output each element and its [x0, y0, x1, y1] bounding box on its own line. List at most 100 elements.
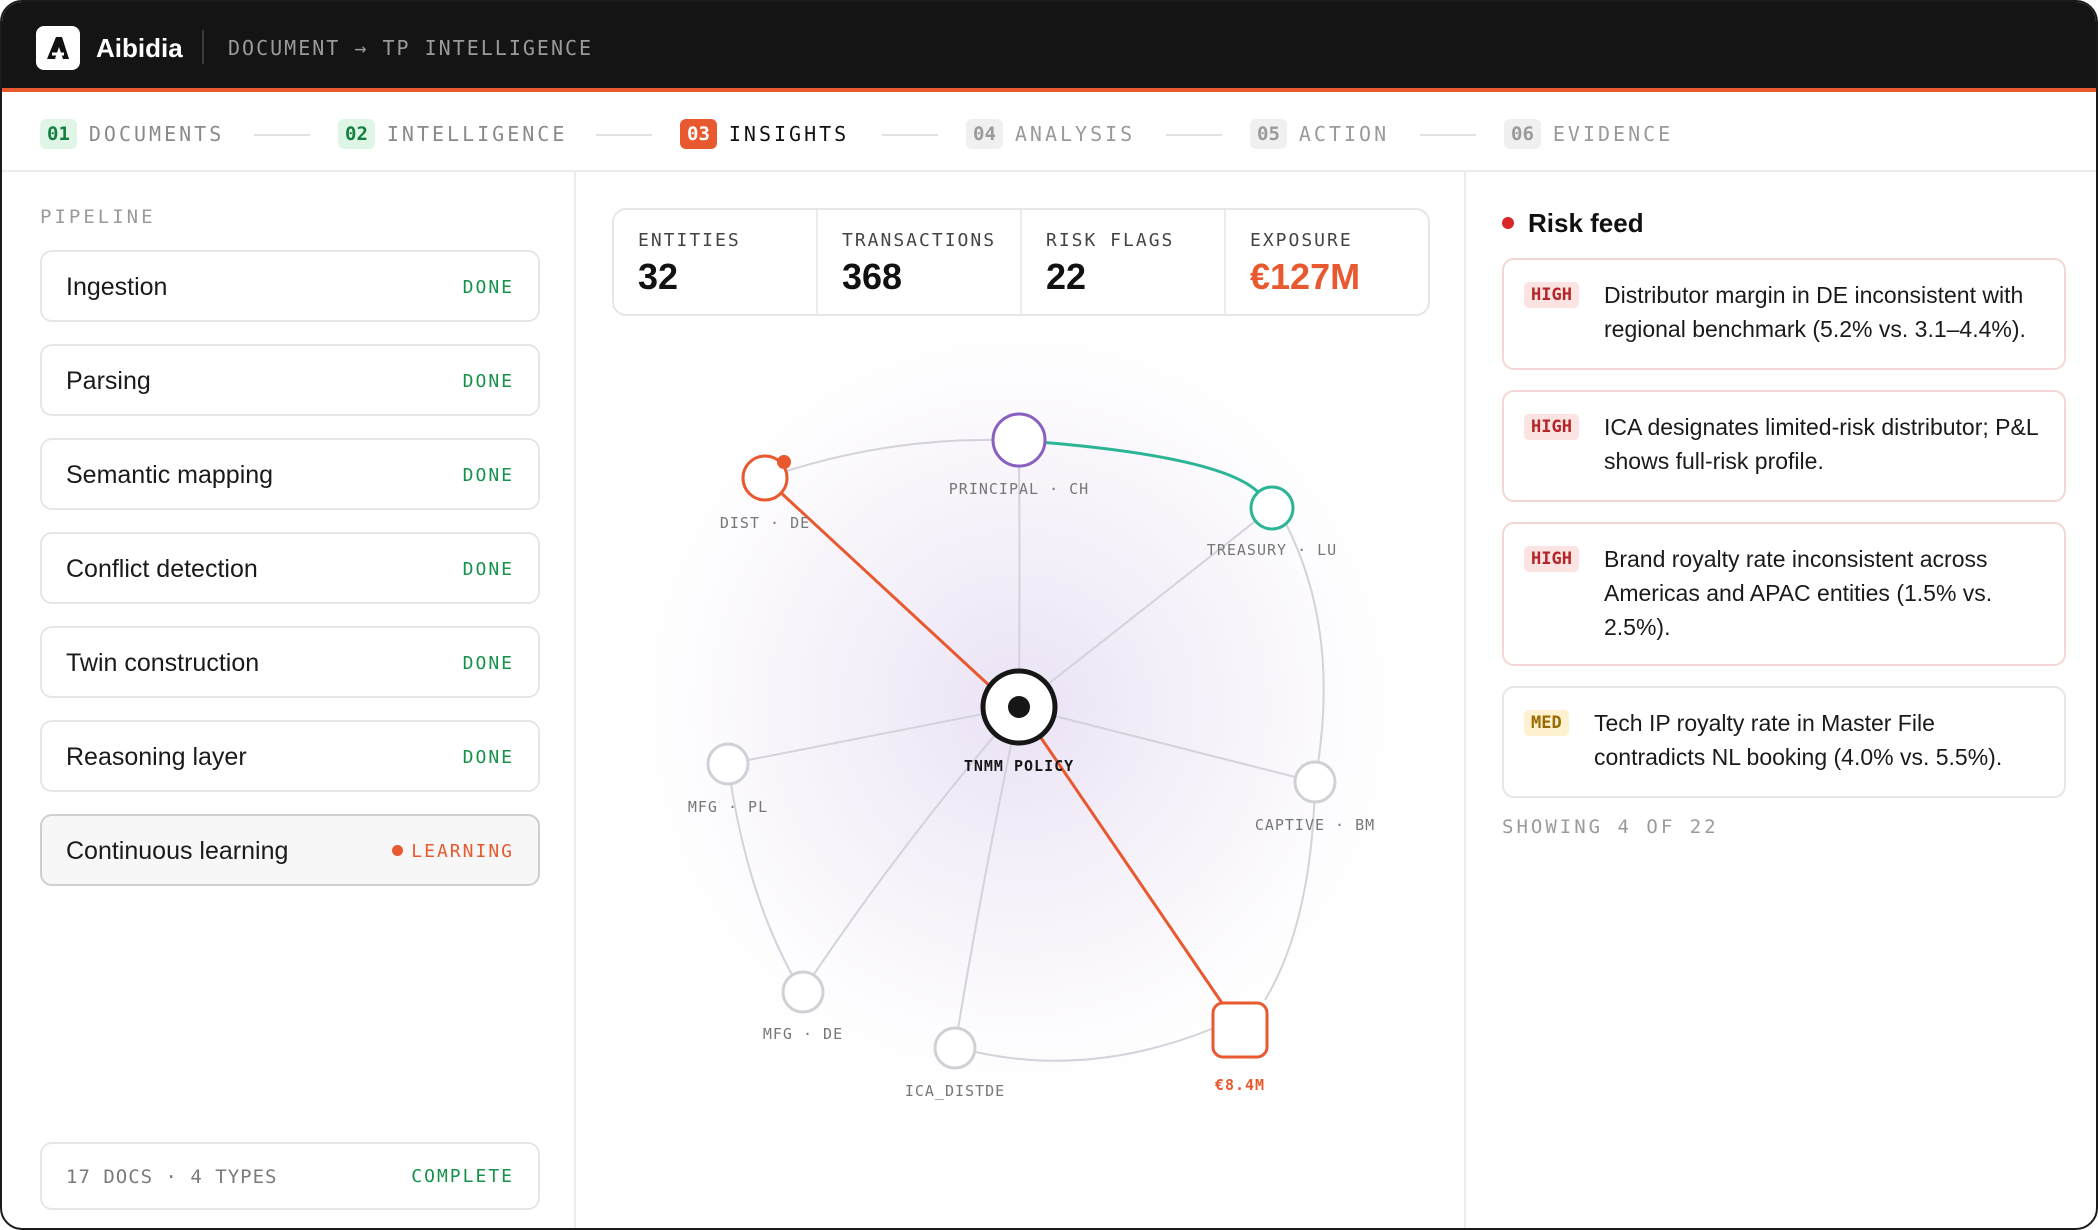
node-exposure-square[interactable]: €8.4M	[1211, 1001, 1269, 1094]
step-insights[interactable]: 03 INSIGHTS	[680, 118, 849, 150]
step-number: 06	[1504, 119, 1541, 149]
risk-item-text: Brand royalty rate inconsistent across A…	[1604, 546, 1993, 640]
pipeline-complete-status: COMPLETE	[411, 1166, 514, 1187]
step-intelligence[interactable]: 02 INTELLIGENCE	[338, 118, 567, 150]
stat-transactions: TRANSACTIONS 368	[818, 210, 1022, 314]
stat-exposure: EXPOSURE €127M	[1226, 210, 1428, 314]
step-number: 05	[1250, 119, 1287, 149]
step-number: 03	[680, 119, 717, 149]
step-documents[interactable]: 01 DOCUMENTS	[40, 118, 224, 150]
step-action[interactable]: 05 ACTION	[1250, 118, 1389, 150]
severity-badge: HIGH	[1524, 546, 1579, 572]
pipeline-item-status: DONE	[462, 747, 514, 768]
severity-badge: MED	[1524, 710, 1569, 736]
stat-label: RISK FLAGS	[1046, 230, 1175, 251]
risk-item[interactable]: MED Tech IP royalty rate in Master File …	[1502, 686, 2066, 798]
node-label: CAPTIVE · BM	[1255, 816, 1375, 834]
stat-label: TRANSACTIONS	[842, 230, 997, 251]
pipeline-item-parsing[interactable]: Parsing DONE	[40, 344, 540, 416]
pipeline-item-continuous-learning[interactable]: Continuous learning LEARNING	[40, 814, 540, 886]
breadcrumb: DOCUMENT → TP INTELLIGENCE	[228, 36, 594, 60]
pipeline-item-name: Parsing	[66, 367, 151, 395]
stat-label: EXPOSURE	[1250, 230, 1353, 251]
step-connector	[254, 134, 310, 136]
live-dot-icon	[1502, 217, 1514, 229]
pipeline-item-semantic-mapping[interactable]: Semantic mapping DONE	[40, 438, 540, 510]
stat-value: €127M	[1250, 256, 1361, 297]
brand-name: Aibidia	[96, 33, 183, 63]
step-label: DOCUMENTS	[88, 122, 225, 146]
step-analysis[interactable]: 04 ANALYSIS	[966, 118, 1135, 150]
step-label: INSIGHTS	[728, 122, 850, 146]
pipeline-item-twin-construction[interactable]: Twin construction DONE	[40, 626, 540, 698]
pipeline-item-status: LEARNING	[392, 841, 514, 863]
risk-feed-title-text: Risk feed	[1528, 208, 1644, 238]
step-label: ACTION	[1298, 122, 1390, 146]
risk-item[interactable]: HIGH ICA designates limited-risk distrib…	[1502, 390, 2066, 502]
pipeline-item-name: Continuous learning	[66, 837, 289, 865]
header-divider	[202, 30, 204, 64]
pipeline-item-status: DONE	[462, 465, 514, 486]
stat-value: 368	[842, 256, 903, 297]
risk-feed-title: Risk feed	[1502, 206, 1644, 240]
risk-feed-count: SHOWING 4 OF 22	[1502, 816, 1719, 838]
step-label: INTELLIGENCE	[386, 122, 568, 146]
step-label: EVIDENCE	[1552, 122, 1674, 146]
app-window: Aibidia DOCUMENT → TP INTELLIGENCE 01 DO…	[0, 0, 2098, 1230]
pipeline-item-name: Ingestion	[66, 273, 168, 301]
risk-item[interactable]: HIGH Brand royalty rate inconsistent acr…	[1502, 522, 2066, 666]
node-label: €8.4M	[1215, 1076, 1265, 1094]
center-dot-icon	[1008, 696, 1030, 718]
pipeline-item-name: Twin construction	[66, 649, 260, 677]
learning-status-text: LEARNING	[411, 841, 514, 862]
pipeline-item-reasoning-layer[interactable]: Reasoning layer DONE	[40, 720, 540, 792]
pipeline-item-status: DONE	[462, 559, 514, 580]
node-label: MFG · DE	[763, 1025, 843, 1043]
pipeline-item-name: Semantic mapping	[66, 461, 274, 489]
step-connector	[882, 134, 938, 136]
step-connector	[1420, 134, 1476, 136]
node-label: MFG · PL	[688, 798, 768, 816]
stats-panel: ENTITIES 32 TRANSACTIONS 368 RISK FLAGS …	[612, 208, 1430, 316]
column-divider	[1464, 172, 1466, 1228]
aibidia-logo-icon[interactable]	[36, 26, 80, 70]
risk-item-text: Distributor margin in DE inconsistent wi…	[1604, 282, 2026, 342]
pipeline-item-conflict-detection[interactable]: Conflict detection DONE	[40, 532, 540, 604]
pipeline-title: PIPELINE	[40, 206, 156, 228]
step-number: 04	[966, 119, 1003, 149]
step-connector	[596, 134, 652, 136]
severity-badge: HIGH	[1524, 414, 1579, 440]
risk-item-text: Tech IP royalty rate in Master File cont…	[1594, 710, 2003, 770]
pipeline-item-status: DONE	[462, 371, 514, 392]
step-evidence[interactable]: 06 EVIDENCE	[1504, 118, 1673, 150]
pipeline-footer: 17 DOCS · 4 TYPES COMPLETE	[40, 1142, 540, 1210]
top-bar: Aibidia DOCUMENT → TP INTELLIGENCE	[2, 2, 2096, 92]
alert-dot-icon	[777, 455, 791, 469]
step-number: 02	[338, 119, 375, 149]
pipeline-item-name: Conflict detection	[66, 555, 258, 583]
node-label: TNMM POLICY	[964, 757, 1074, 775]
entity-graph[interactable]: DIST · DE PRINCIPAL · CH TREASURY · LU M…	[574, 332, 1462, 1212]
node-label: DIST · DE	[720, 514, 810, 532]
stat-entities: ENTITIES 32	[614, 210, 818, 314]
pipeline-item-name: Reasoning layer	[66, 743, 247, 771]
step-number: 01	[40, 119, 77, 149]
stat-label: ENTITIES	[638, 230, 741, 251]
learning-dot-icon	[392, 845, 404, 856]
step-bar: 01 DOCUMENTS 02 INTELLIGENCE 03 INSIGHTS…	[2, 96, 2096, 172]
stat-value: 22	[1046, 256, 1087, 297]
node-label: TREASURY · LU	[1207, 541, 1337, 559]
docs-summary: 17 DOCS · 4 TYPES	[66, 1166, 278, 1188]
stat-risk-flags: RISK FLAGS 22	[1022, 210, 1226, 314]
step-connector	[1166, 134, 1222, 136]
severity-badge: HIGH	[1524, 282, 1579, 308]
node-label: ICA_DISTDE	[905, 1082, 1005, 1100]
pipeline-item-status: DONE	[462, 653, 514, 674]
step-label: ANALYSIS	[1014, 122, 1136, 146]
stat-value: 32	[638, 256, 679, 297]
pipeline-item-ingestion[interactable]: Ingestion DONE	[40, 250, 540, 322]
risk-item-text: ICA designates limited-risk distributor;…	[1604, 414, 2038, 474]
risk-item[interactable]: HIGH Distributor margin in DE inconsiste…	[1502, 258, 2066, 370]
node-label: PRINCIPAL · CH	[949, 480, 1089, 498]
pipeline-item-status: DONE	[462, 277, 514, 298]
